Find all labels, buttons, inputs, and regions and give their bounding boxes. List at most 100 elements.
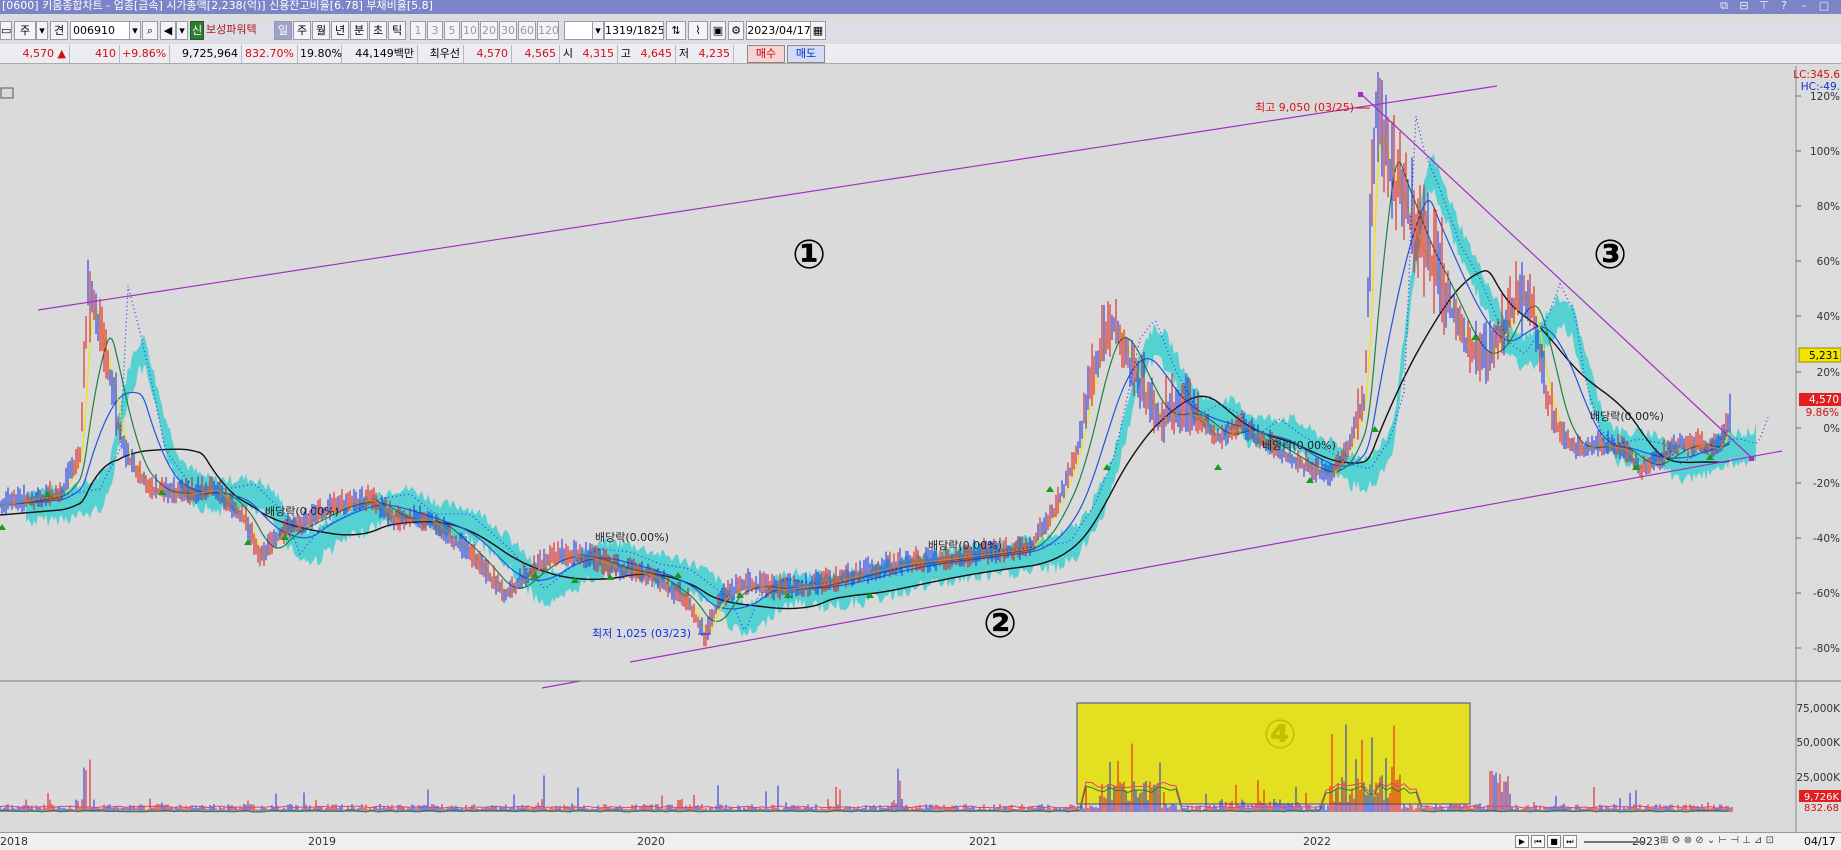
high-price: 4,645	[634, 45, 676, 63]
up-arrow-icon: ▲	[57, 47, 66, 60]
x-axis-label: 2019	[308, 835, 336, 848]
unit-input[interactable]	[564, 21, 594, 40]
title-bar: [0600] 키움종합차트 - 업종[금속] 시가총액[2,238(억)] 신용…	[0, 0, 1841, 14]
y-axis-label: 20%	[1817, 367, 1840, 379]
dividend-label: 배당락(0.00%)	[595, 531, 669, 544]
unit-dropdown-icon[interactable]: ▾	[592, 21, 604, 40]
hc-label: HC:-49.	[1801, 81, 1840, 93]
minute-button-0[interactable]: 1	[410, 21, 426, 40]
x-axis-label: 2021	[969, 835, 997, 848]
count-display[interactable]: 1319/1825	[604, 21, 664, 40]
menu-icon[interactable]: ▭	[0, 21, 12, 40]
open-label: 시	[562, 47, 573, 60]
dividend-label: 배당락(0.00%)	[1262, 439, 1336, 452]
chart-type-button[interactable]: 견	[50, 21, 68, 40]
dividend-label: 배당락(0.00%)	[928, 539, 1002, 552]
chart-toolbar: ▭ 주 ▾ 견 006910 ▾ ⌕ ◀ ▾ 신 보성파워텍 일주월년분초틱 1…	[0, 20, 1841, 42]
time-axis: 2018 2019 2020 2021 2022 2023 04/17 ▶ ⏮ ■ ⏭ ⊞ …	[0, 832, 1841, 850]
bid-price: 4,565	[514, 45, 560, 63]
chart-area[interactable]: 120% 100% 80% 60% 40% 20% 0% -20% -40% -60% -80% 75…	[0, 66, 1841, 832]
window-tile-icon[interactable]: ⊟	[1736, 0, 1752, 13]
x-axis-label: 04/17	[1804, 835, 1836, 848]
change-value: 410	[72, 45, 120, 63]
code-dropdown-icon[interactable]: ▾	[129, 21, 141, 40]
y-axis-label: 100%	[1810, 146, 1840, 158]
period-tab-4[interactable]: 분	[350, 21, 368, 40]
circled-label-2: ②	[983, 601, 1017, 647]
change-pct: +9.86%	[122, 45, 170, 63]
ask-price: 4,570	[466, 45, 512, 63]
calendar-icon[interactable]: ▦	[810, 21, 826, 40]
y-axis-label: -40%	[1813, 533, 1840, 545]
period-tab-6[interactable]: 틱	[388, 21, 406, 40]
x-axis-label: 2022	[1303, 835, 1331, 848]
search-icon[interactable]: ⌕	[142, 21, 158, 40]
price-badge: 5,231	[1809, 350, 1839, 362]
minute-button-1[interactable]: 3	[427, 21, 443, 40]
price-chart[interactable]: 120%100%80%60%40%20%0%-20%-40%-60%-80%75…	[0, 66, 1841, 832]
y-axis-label: -20%	[1813, 478, 1840, 490]
price-value: 4,570	[22, 47, 55, 60]
credit-badge: 신	[190, 21, 204, 40]
period-tab-0[interactable]: 일	[274, 21, 292, 40]
stock-name: 보성파워텍	[206, 23, 257, 36]
period-tab-5[interactable]: 초	[369, 21, 387, 40]
minute-button-5[interactable]: 30	[499, 21, 517, 40]
volume-axis-label: 50,000K	[1796, 737, 1841, 749]
dividend-label: 배당락(0.00%)	[1590, 410, 1664, 423]
window-restore-icon[interactable]: ⧉	[1716, 0, 1732, 13]
minute-button-2[interactable]: 5	[444, 21, 460, 40]
chart-tool-icon[interactable]: ⌇	[688, 21, 708, 40]
minute-button-6[interactable]: 60	[518, 21, 536, 40]
volume-value: 9,725,964	[172, 45, 242, 63]
y-axis-label: 0%	[1823, 423, 1840, 435]
circled-label-1: ①	[792, 232, 826, 278]
volume-axis-label: 75,000K	[1796, 703, 1841, 715]
period-tab-2[interactable]: 월	[312, 21, 330, 40]
stock-code-input[interactable]: 006910	[70, 21, 130, 40]
y-axis-label: 80%	[1817, 201, 1840, 213]
trade-amount: 44,149백만	[344, 45, 418, 63]
y-axis-label: 40%	[1817, 311, 1840, 323]
candle-settings-icon[interactable]: ⇅	[666, 21, 686, 40]
x-axis-label: 2018	[0, 835, 28, 848]
period-button[interactable]: 주	[14, 21, 36, 40]
nav-first-icon[interactable]: ⏮	[1531, 835, 1545, 848]
trend-handle	[1358, 92, 1363, 97]
maximize-icon[interactable]: □	[1816, 0, 1832, 13]
minute-button-7[interactable]: 120	[537, 21, 559, 40]
speaker-dropdown-icon[interactable]: ▾	[176, 21, 188, 40]
open-price: 4,315	[576, 45, 618, 63]
nav-prev-icon[interactable]: ▶	[1515, 835, 1529, 848]
speaker-icon[interactable]: ◀	[160, 21, 176, 40]
period-tab-1[interactable]: 주	[293, 21, 311, 40]
gear-icon[interactable]: ⚙	[728, 21, 744, 40]
volume-ratio: 832.70%	[244, 45, 298, 63]
low-price: 4,235	[692, 45, 734, 63]
vol-badge: 9,726K	[1804, 792, 1840, 803]
date-input[interactable]: 2023/04/17	[746, 21, 812, 40]
save-icon[interactable]: ▣	[710, 21, 726, 40]
buy-button[interactable]: 매수	[747, 45, 785, 63]
period-tab-3[interactable]: 년	[331, 21, 349, 40]
quote-bar: 4,570 ▲ 410 +9.86% 9,725,964 832.70% 19.…	[0, 44, 1841, 64]
minute-button-3[interactable]: 10	[461, 21, 479, 40]
pin-icon[interactable]: ⊤	[1756, 0, 1772, 13]
minute-button-4[interactable]: 20	[480, 21, 498, 40]
tool-icons[interactable]: ⊞ ⚙ ⊗ ⊘ ⌄ ⊢ ⊣ ⊥ ⊿ ⊡	[1660, 835, 1774, 846]
help-icon[interactable]: ?	[1776, 0, 1792, 13]
chevron-down-icon[interactable]: ▾	[36, 21, 48, 40]
trend-handle	[1749, 456, 1754, 461]
zoom-slider[interactable]	[1584, 841, 1644, 843]
lc-label: LC:345.6	[1793, 69, 1840, 81]
nav-last-icon[interactable]: ⏭	[1563, 835, 1577, 848]
high-annotation: 최고 9,050 (03/25)	[1255, 101, 1354, 114]
minimize-icon[interactable]: –	[1796, 0, 1812, 13]
current-badge: 4,570	[1809, 394, 1839, 406]
sell-button[interactable]: 매도	[787, 45, 825, 63]
dividend-label: 배당락(0.00%)	[265, 505, 339, 518]
best-label: 최우선	[420, 45, 464, 63]
nav-stop-icon[interactable]: ■	[1547, 835, 1561, 848]
y-axis-label: -80%	[1813, 643, 1840, 655]
volume-axis-label: 25,000K	[1796, 772, 1841, 784]
